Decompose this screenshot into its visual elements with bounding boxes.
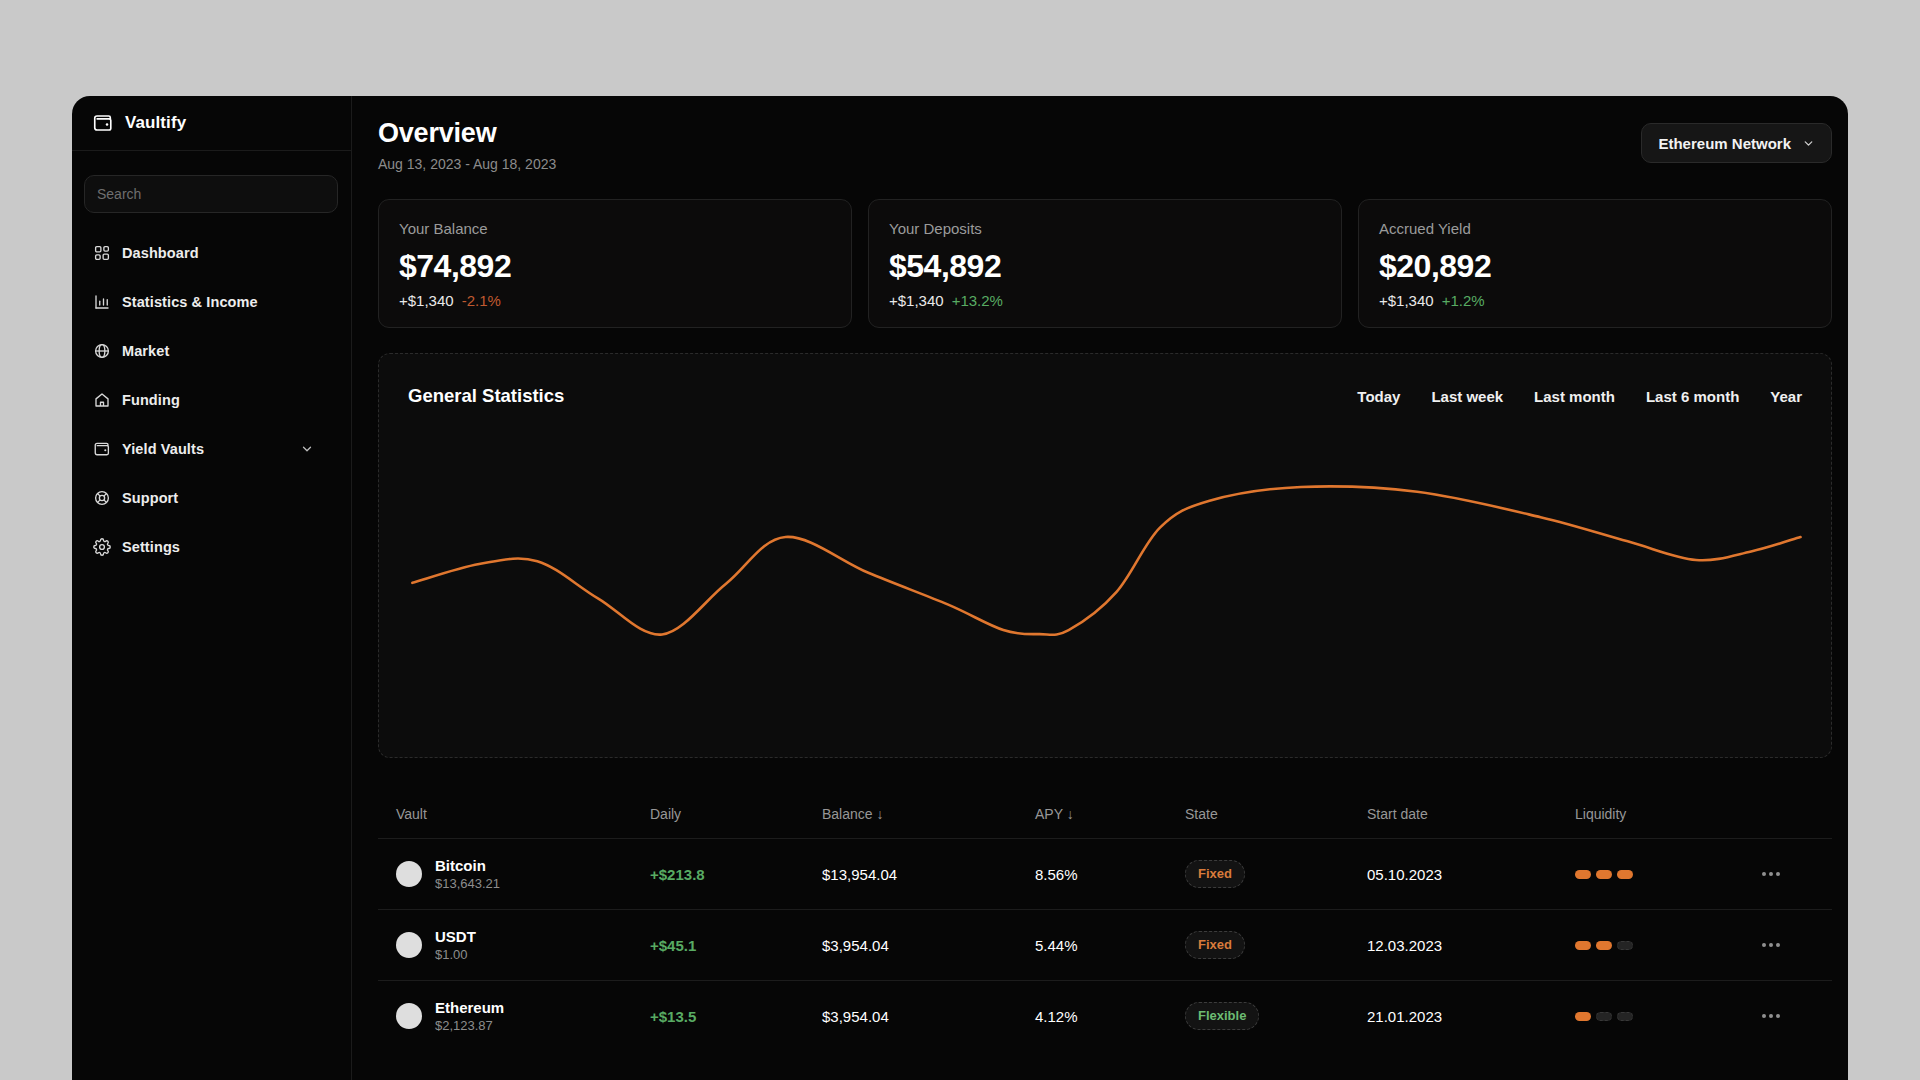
deposits-card: Your Deposits $54,892 +$1,340 +13.2%	[868, 199, 1342, 328]
row-menu-button[interactable]	[1762, 943, 1832, 947]
balance-card: Your Balance $74,892 +$1,340 -2.1%	[378, 199, 852, 328]
house-icon	[93, 391, 111, 409]
liquidity-indicator	[1575, 941, 1762, 950]
ethereum-coin-icon	[396, 1003, 422, 1029]
sidebar-item-support[interactable]: Support	[72, 473, 351, 522]
date-range: Aug 13, 2023 - Aug 18, 2023	[378, 156, 556, 173]
row-menu-button[interactable]	[1762, 872, 1832, 876]
chart-line	[412, 486, 1800, 634]
vaults-table: Vault Daily Balance ↓ APY ↓ State Start …	[378, 790, 1832, 1051]
sidebar: Vaultify Dashboard Statistics & Income	[72, 96, 352, 1080]
sidebar-nav: Dashboard Statistics & Income Market Fun…	[72, 228, 351, 571]
sidebar-item-yield-vaults[interactable]: Yield Vaults	[72, 424, 351, 473]
row-menu-button[interactable]	[1762, 1014, 1832, 1018]
deposits-value: $54,892	[889, 248, 1321, 285]
search-input[interactable]	[84, 175, 338, 213]
col-vault: Vault	[396, 806, 650, 822]
bitcoin-coin-icon	[396, 861, 422, 887]
col-daily: Daily	[650, 806, 822, 822]
chevron-down-icon	[1802, 137, 1815, 150]
table-row-bitcoin[interactable]: Bitcoin $13,643.21 +$213.8 $13,954.04 8.…	[378, 838, 1832, 909]
general-statistics-card: General Statistics Today Last week Last …	[378, 353, 1832, 758]
sidebar-item-funding[interactable]: Funding	[72, 375, 351, 424]
state-badge: Fixed	[1185, 931, 1245, 959]
usdt-coin-icon	[396, 932, 422, 958]
sidebar-item-dashboard[interactable]: Dashboard	[72, 228, 351, 277]
sidebar-item-market[interactable]: Market	[72, 326, 351, 375]
state-badge: Flexible	[1185, 1002, 1259, 1030]
wallet-logo-icon	[92, 112, 114, 134]
liquidity-indicator	[1575, 870, 1762, 879]
sidebar-item-settings[interactable]: Settings	[72, 522, 351, 571]
yield-card: Accrued Yield $20,892 +$1,340 +1.2%	[1358, 199, 1832, 328]
table-header: Vault Daily Balance ↓ APY ↓ State Start …	[396, 790, 1832, 838]
table-row-usdt[interactable]: USDT $1.00 +$45.1 $3,954.04 5.44% Fixed …	[378, 909, 1832, 980]
sidebar-item-statistics[interactable]: Statistics & Income	[72, 277, 351, 326]
state-badge: Fixed	[1185, 860, 1245, 888]
col-balance[interactable]: Balance ↓	[822, 806, 1035, 822]
balance-value: $74,892	[399, 248, 831, 285]
dashboard-icon	[93, 244, 111, 262]
liquidity-indicator	[1575, 1012, 1762, 1021]
gear-icon	[93, 538, 111, 556]
app-window: Vaultify Dashboard Statistics & Income	[72, 96, 1848, 1080]
stat-cards: Your Balance $74,892 +$1,340 -2.1% Your …	[378, 199, 1832, 328]
vault-icon	[93, 440, 111, 458]
sort-desc-icon: ↓	[876, 806, 883, 822]
table-row-ethereum[interactable]: Ethereum $2,123.87 +$13.5 $3,954.04 4.12…	[378, 980, 1832, 1051]
sort-desc-icon: ↓	[1067, 806, 1074, 822]
network-selector[interactable]: Ethereum Network	[1641, 123, 1832, 163]
logo: Vaultify	[72, 96, 351, 151]
main-content: Overview Aug 13, 2023 - Aug 18, 2023 Eth…	[352, 96, 1848, 1080]
brand-name: Vaultify	[125, 113, 186, 133]
lifebuoy-icon	[93, 489, 111, 507]
col-apy[interactable]: APY ↓	[1035, 806, 1185, 822]
col-start-date: Start date	[1367, 806, 1575, 822]
col-state: State	[1185, 806, 1367, 822]
page-title: Overview	[378, 118, 556, 148]
col-liquidity: Liquidity	[1575, 806, 1762, 822]
globe-icon	[93, 342, 111, 360]
bar-chart-icon	[93, 293, 111, 311]
line-chart	[379, 354, 1831, 757]
chevron-down-icon	[298, 442, 316, 456]
yield-value: $20,892	[1379, 248, 1811, 285]
